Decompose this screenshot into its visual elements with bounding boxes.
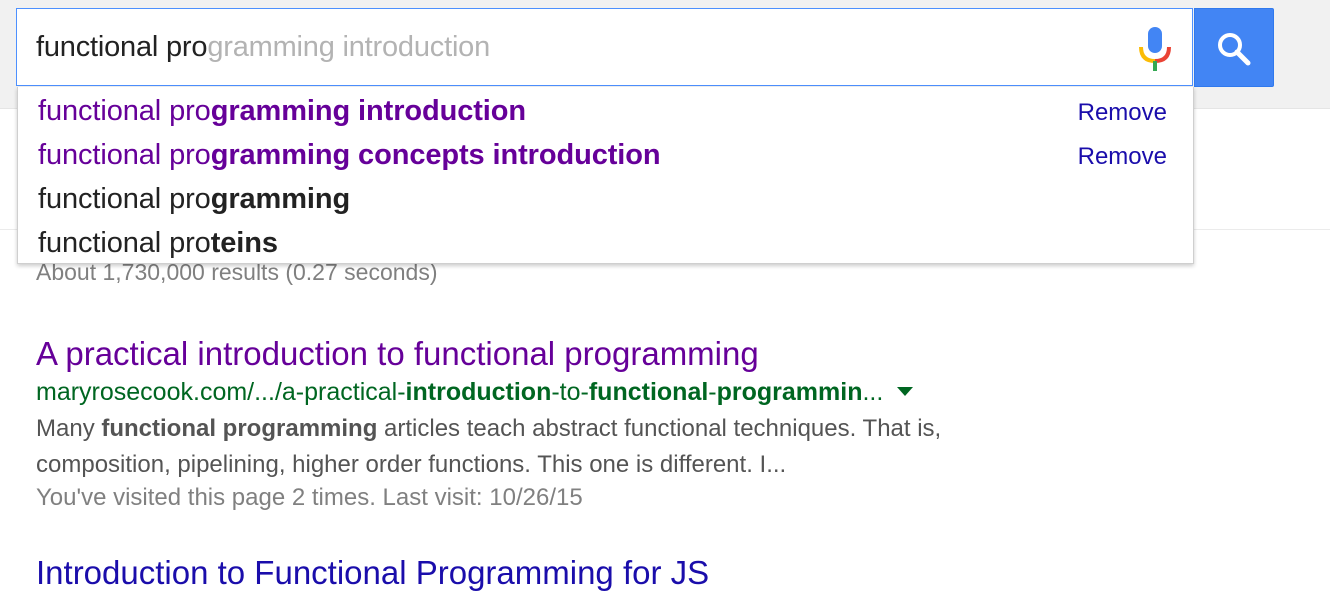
url-dropdown-caret-icon[interactable] bbox=[897, 386, 914, 396]
suggestion-text: functional proteins bbox=[38, 225, 278, 261]
suggestion-text: functional programming concepts introduc… bbox=[38, 137, 661, 173]
suggestion-completion: teins bbox=[210, 227, 278, 259]
next-result-title-link[interactable]: Introduction to Functional Programming f… bbox=[36, 552, 709, 594]
suggestion-base: functional pro bbox=[38, 95, 211, 127]
url-segment-bold: introduction bbox=[405, 378, 552, 406]
magnifier-icon bbox=[1218, 33, 1251, 66]
suggestion-base: functional pro bbox=[38, 183, 211, 215]
query-autocomplete-hint: gramming introduction bbox=[207, 31, 491, 63]
search-input[interactable]: functional programming introduction bbox=[16, 8, 1193, 86]
result-snippet: Many functional programming articles tea… bbox=[36, 411, 1036, 483]
url-segment: ... bbox=[862, 378, 884, 406]
suggestion-completion: gramming bbox=[210, 183, 351, 215]
suggestion-completion: gramming introduction bbox=[210, 95, 526, 127]
suggestion-base: functional pro bbox=[38, 139, 211, 171]
suggestion-item[interactable]: functional programming concepts introduc… bbox=[18, 133, 1193, 177]
suggestion-text: functional programming introduction bbox=[38, 93, 526, 129]
snippet-text: Many bbox=[36, 415, 102, 442]
visited-note: You've visited this page 2 times. Last v… bbox=[36, 484, 583, 511]
result-title-link[interactable]: A practical introduction to functional p… bbox=[36, 333, 759, 375]
microphone-icon[interactable] bbox=[1135, 25, 1175, 73]
url-segment: -to- bbox=[551, 378, 589, 406]
suggestion-item[interactable]: functional programming bbox=[18, 177, 1193, 221]
snippet-bold: functional programming bbox=[101, 415, 378, 442]
search-query[interactable]: functional programming introduction bbox=[36, 29, 490, 65]
result-url: maryrosecook.com/.../a-practical-introdu… bbox=[36, 376, 914, 408]
suggestion-completion: gramming concepts introduction bbox=[210, 139, 661, 171]
search-button[interactable] bbox=[1194, 8, 1274, 87]
url-segment: maryrosecook.com/.../a-practical- bbox=[36, 378, 406, 406]
autocomplete-dropdown: functional programming introduction Remo… bbox=[17, 87, 1194, 264]
remove-suggestion-link[interactable]: Remove bbox=[1078, 143, 1167, 171]
suggestion-item[interactable]: functional programming introduction Remo… bbox=[18, 89, 1193, 133]
suggestion-item[interactable]: functional proteins bbox=[18, 221, 1193, 265]
remove-suggestion-link[interactable]: Remove bbox=[1078, 99, 1167, 127]
suggestion-text: functional programming bbox=[38, 181, 350, 217]
url-segment-bold: programmin bbox=[716, 378, 863, 406]
query-typed-text: functional pro bbox=[36, 31, 208, 63]
url-segment: - bbox=[708, 378, 717, 406]
url-segment-bold: functional bbox=[588, 378, 709, 406]
suggestion-base: functional pro bbox=[38, 227, 211, 259]
